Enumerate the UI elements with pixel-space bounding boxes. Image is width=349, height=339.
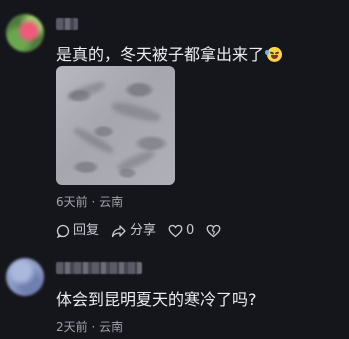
comment-location: 云南	[99, 195, 124, 209]
comment-meta: 2天前 · 云南	[56, 318, 123, 335]
like-count: 0	[186, 223, 195, 238]
meta-separator: ·	[91, 195, 96, 209]
comment-text: 体会到昆明夏天的寒冷了吗?	[56, 290, 257, 309]
comment-text-content: 是真的，冬天被子都拿出来了	[56, 45, 265, 64]
avatar[interactable]	[6, 258, 44, 296]
comment-text: 是真的，冬天被子都拿出来了	[56, 45, 283, 65]
comment-time: 2天前	[56, 320, 88, 334]
broken-heart-icon	[206, 224, 221, 238]
meta-separator: ·	[91, 320, 96, 334]
comment-bubble-icon	[56, 224, 70, 238]
like-button[interactable]: 0	[168, 222, 194, 240]
reply-button[interactable]: 回复	[56, 222, 99, 240]
comment-time: 6天前	[56, 195, 88, 209]
share-arrow-icon	[111, 225, 126, 238]
share-button[interactable]: 分享	[111, 222, 156, 240]
username-blurred[interactable]	[56, 262, 142, 274]
laughing-tears-emoji-icon	[265, 47, 283, 62]
comment-actions: 回复 分享 0	[56, 222, 236, 240]
heart-icon	[168, 224, 183, 238]
dislike-button[interactable]	[206, 224, 224, 238]
avatar[interactable]	[6, 14, 44, 52]
comment-image[interactable]	[56, 66, 175, 185]
comment-meta: 6天前 · 云南	[56, 193, 123, 210]
username-blurred[interactable]	[56, 18, 78, 30]
share-label: 分享	[130, 223, 157, 238]
comment-location: 云南	[99, 320, 124, 334]
reply-label: 回复	[73, 223, 100, 238]
